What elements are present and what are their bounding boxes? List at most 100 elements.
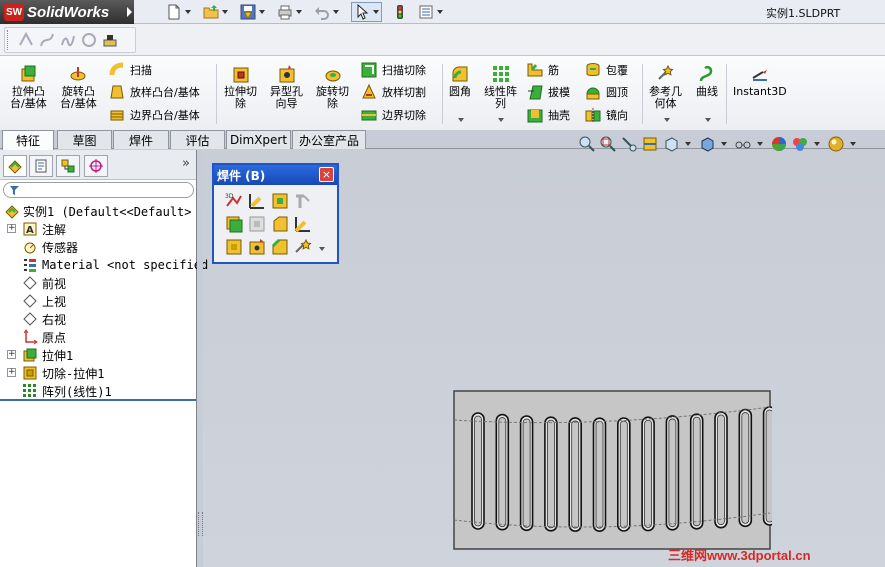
- chevron-down-icon[interactable]: [664, 118, 670, 122]
- previous-view-button[interactable]: [620, 135, 638, 153]
- swept-cut-button[interactable]: 扫描切除: [360, 61, 426, 79]
- chevron-down-icon[interactable]: [259, 10, 265, 14]
- zoom-to-fit-button[interactable]: [578, 135, 596, 153]
- expand-toggle[interactable]: +: [7, 224, 16, 233]
- wrap-button[interactable]: 包覆: [584, 61, 628, 79]
- extruded-cut-button[interactable]: 拉伸切 除: [224, 64, 257, 110]
- part-model[interactable]: [452, 389, 772, 551]
- chevron-down-icon[interactable]: [705, 118, 711, 122]
- sweep-button[interactable]: 扫描: [108, 61, 152, 79]
- shell-button[interactable]: 抽壳: [526, 106, 570, 124]
- apply-scene-button[interactable]: [791, 135, 809, 153]
- revolved-cut-button[interactable]: 旋转切 除: [316, 64, 349, 110]
- loft-button[interactable]: 放样凸台/基体: [108, 83, 200, 101]
- linear-pattern-button[interactable]: 线性阵 列: [484, 64, 517, 122]
- boundary-boss-icon: [110, 110, 124, 121]
- chevron-down-icon[interactable]: [185, 10, 191, 14]
- new-document-button[interactable]: [166, 2, 191, 22]
- smart-dimension-icon[interactable]: [17, 31, 35, 49]
- select-button[interactable]: [351, 2, 382, 22]
- structural-member-icon[interactable]: [247, 191, 267, 211]
- rollback-bar[interactable]: [0, 399, 196, 401]
- property-manager-tab[interactable]: [29, 155, 53, 177]
- tab-sketch[interactable]: 草图: [57, 130, 112, 149]
- configuration-manager-tab[interactable]: [56, 155, 80, 177]
- print-button[interactable]: [277, 2, 302, 22]
- expand-toggle[interactable]: +: [7, 350, 16, 359]
- expand-toggle[interactable]: +: [7, 368, 16, 377]
- fillet-bead-icon[interactable]: [293, 214, 313, 234]
- extruded-cut-weld-icon[interactable]: [224, 237, 244, 257]
- gusset-icon[interactable]: [247, 214, 267, 234]
- rebuild-button[interactable]: [392, 2, 408, 22]
- chevron-down-icon[interactable]: [319, 247, 325, 251]
- save-button[interactable]: [240, 2, 265, 22]
- panel-splitter[interactable]: [197, 150, 203, 567]
- curve-tool-icon[interactable]: [38, 31, 56, 49]
- mirror-sketch-icon[interactable]: [80, 31, 98, 49]
- feature-manager-tab[interactable]: [3, 155, 27, 177]
- curves-button[interactable]: 曲线: [696, 64, 718, 122]
- draft-button[interactable]: 拔模: [526, 83, 570, 101]
- extruded-boss-weld-icon[interactable]: [270, 214, 290, 234]
- spline-tool-icon[interactable]: [59, 31, 77, 49]
- weldment-icon[interactable]: [224, 214, 244, 234]
- dome-button[interactable]: 圆顶: [584, 83, 628, 101]
- options-button[interactable]: [418, 2, 443, 22]
- slot-inner-face: [692, 416, 701, 527]
- view-orientation-button[interactable]: [662, 135, 680, 153]
- fillet-button[interactable]: 圆角: [449, 64, 471, 122]
- section-view-button[interactable]: [641, 135, 659, 153]
- boundary-cut-button[interactable]: 边界切除: [360, 106, 426, 124]
- tab-weldments[interactable]: 焊件: [113, 130, 169, 149]
- reference-geometry-icon[interactable]: [293, 237, 313, 257]
- close-button[interactable]: ×: [319, 167, 334, 182]
- undo-button[interactable]: [314, 2, 339, 22]
- chevron-down-icon[interactable]: [685, 142, 691, 146]
- hole-wizard-weld-icon[interactable]: [247, 237, 267, 257]
- toolbar-grip[interactable]: [7, 30, 10, 50]
- trim-extend-icon[interactable]: [270, 191, 290, 211]
- chevron-down-icon[interactable]: [850, 142, 856, 146]
- chevron-down-icon[interactable]: [721, 142, 727, 146]
- chevron-down-icon[interactable]: [296, 10, 302, 14]
- feature-filter-input[interactable]: [3, 182, 194, 198]
- menu-expand-arrow-icon[interactable]: [127, 7, 132, 17]
- plane-icon: [23, 276, 37, 290]
- chevron-down-icon[interactable]: [757, 142, 763, 146]
- chevron-down-icon[interactable]: [458, 118, 464, 122]
- instant3d-button[interactable]: Instant3D: [733, 64, 787, 98]
- revolved-boss-button[interactable]: 旋转凸 台/基体: [60, 64, 97, 110]
- extruded-boss-button[interactable]: 拉伸凸 台/基体: [10, 64, 47, 110]
- more-tabs-button[interactable]: »: [182, 156, 190, 171]
- tab-office-products[interactable]: 办公室产品: [292, 130, 366, 149]
- chevron-down-icon[interactable]: [498, 118, 504, 122]
- splitter-grip[interactable]: [198, 512, 203, 536]
- 3d-sketch-icon[interactable]: 3D: [224, 191, 244, 211]
- chevron-down-icon[interactable]: [333, 10, 339, 14]
- tab-evaluate[interactable]: 评估: [170, 130, 225, 149]
- boundary-boss-button[interactable]: 边界凸台/基体: [108, 106, 200, 124]
- chevron-down-icon[interactable]: [437, 10, 443, 14]
- chevron-down-icon[interactable]: [373, 10, 379, 14]
- mirror-button[interactable]: 镜向: [584, 106, 628, 124]
- dimxpert-manager-tab[interactable]: [84, 155, 108, 177]
- open-button[interactable]: [203, 2, 228, 22]
- solidworks-menu-logo[interactable]: SW SolidWorks: [0, 0, 134, 24]
- edit-appearance-button[interactable]: [770, 135, 788, 153]
- stamp-tool-icon[interactable]: [101, 31, 119, 49]
- zoom-to-area-button[interactable]: [599, 135, 617, 153]
- display-style-button[interactable]: [698, 135, 716, 153]
- rib-button[interactable]: 筋: [526, 61, 559, 79]
- hide-show-items-button[interactable]: [734, 135, 752, 153]
- tab-features[interactable]: 特征: [2, 130, 54, 150]
- view-settings-button[interactable]: [827, 135, 845, 153]
- tab-dimxpert[interactable]: DimXpert: [226, 130, 291, 149]
- chevron-down-icon[interactable]: [814, 142, 820, 146]
- chevron-down-icon[interactable]: [222, 10, 228, 14]
- chamfer-icon[interactable]: [270, 237, 290, 257]
- lofted-cut-button[interactable]: 放样切割: [360, 83, 426, 101]
- hole-wizard-button[interactable]: 异型孔 向导: [270, 64, 303, 110]
- reference-geometry-button[interactable]: 参考几 何体: [649, 64, 682, 122]
- end-cap-icon[interactable]: [293, 191, 313, 211]
